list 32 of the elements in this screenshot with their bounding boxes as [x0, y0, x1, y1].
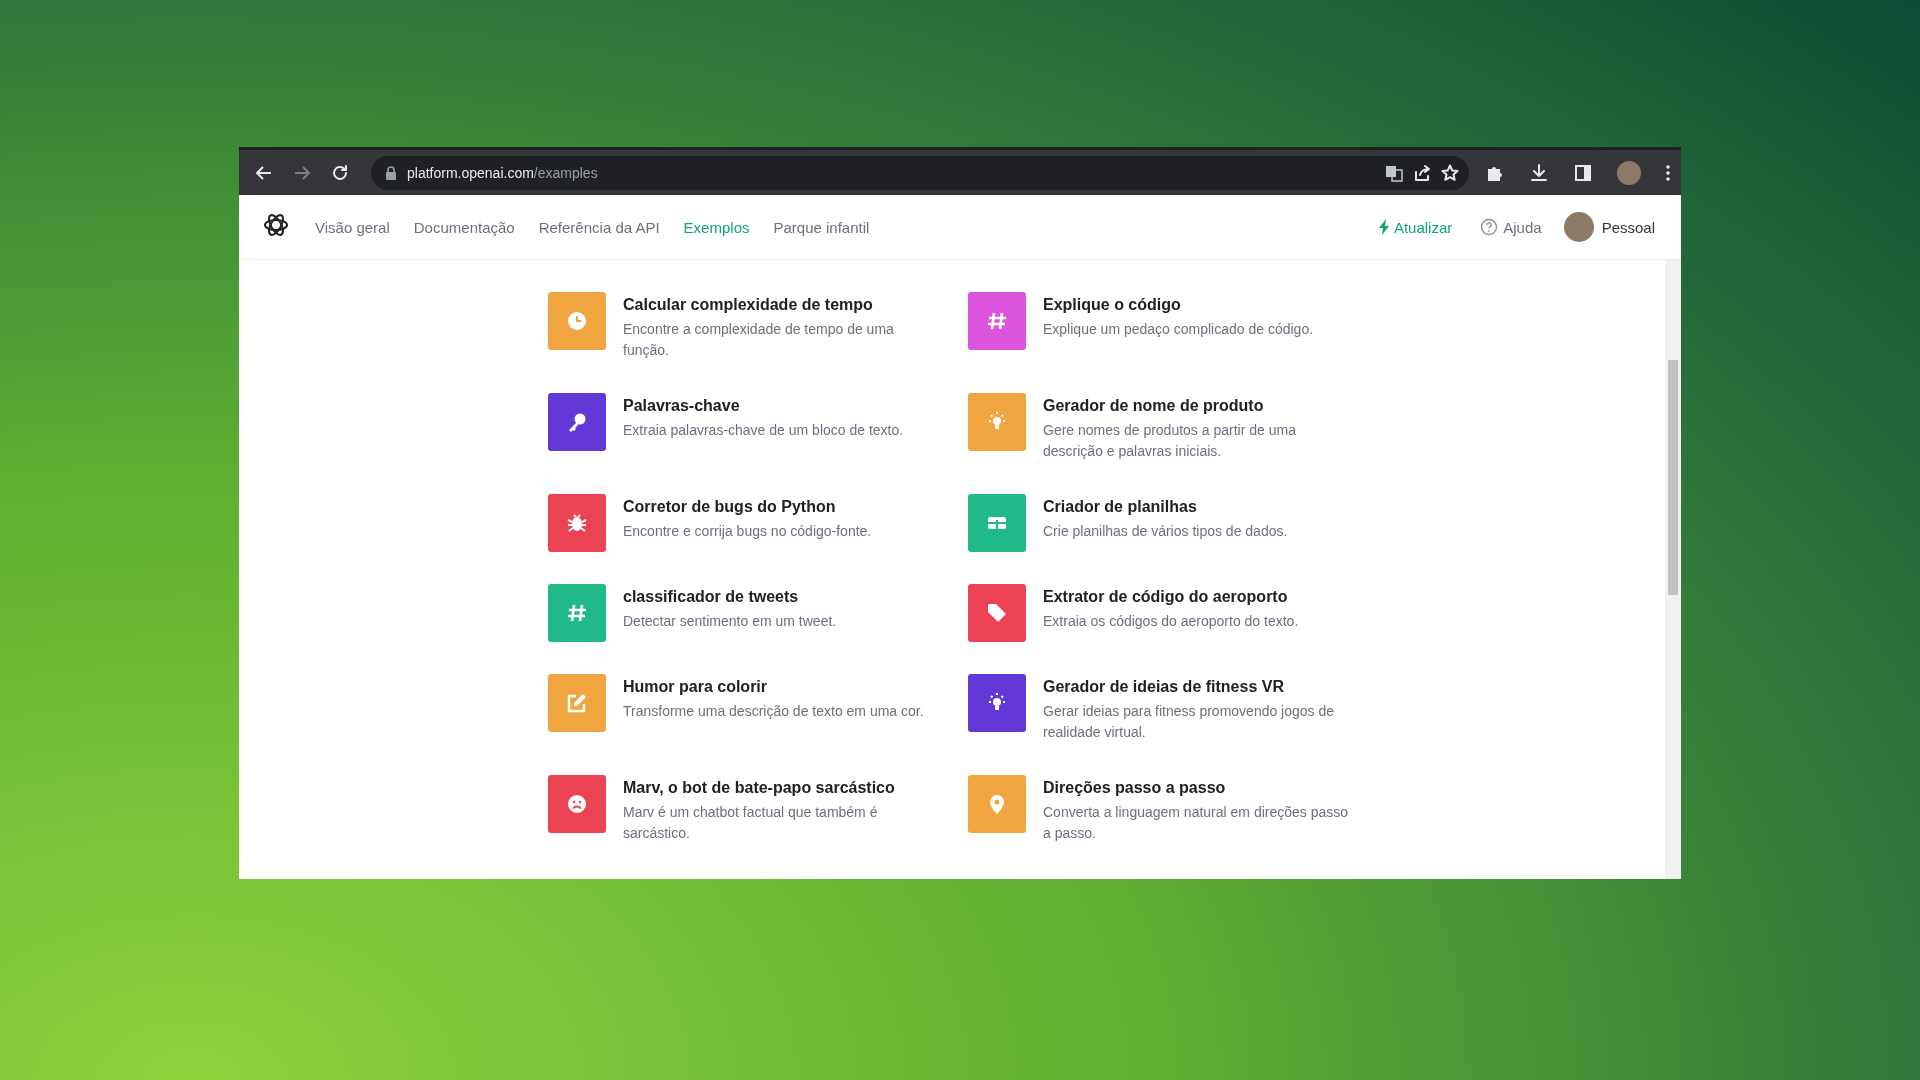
example-description: Marv é um chatbot factual que também é sarcástico.: [623, 803, 879, 843]
example-description: Crie planilhas de vários tipos de dados.: [1043, 522, 1289, 541]
help-link[interactable]: Ajuda: [1476, 214, 1546, 240]
example-title[interactable]: Explique o código: [1043, 296, 1353, 314]
url-text: platform.openai.com/examples: [407, 164, 599, 181]
example-description: Extraia os códigos do aeroporto do texto.: [1043, 612, 1300, 631]
address-bar[interactable]: platform.openai.com/examples: [371, 155, 1469, 190]
example-title[interactable]: Gerador de nome de produto: [1043, 397, 1353, 415]
example-description: Gere nomes de produtos a partir de uma descrição e palavras iniciais.: [1043, 421, 1297, 461]
example-title[interactable]: Criador de planilhas: [1043, 498, 1353, 516]
example-description: Explique um pedaço complicado de código.: [1043, 320, 1315, 339]
example-title[interactable]: Palavras-chave: [623, 397, 933, 415]
example-title[interactable]: Calcular complexidade de tempo: [623, 296, 933, 314]
example-description: Converta a linguagem natural em direções passo a passo.: [1043, 803, 1350, 843]
example-description: Encontre a complexidade de tempo de uma função.: [623, 320, 895, 360]
example-title[interactable]: Humor para colorir: [623, 678, 933, 696]
example-description: Encontre e corrija bugs no código-fonte.: [623, 522, 873, 541]
example-description: Transforme uma descrição de texto em uma cor.: [623, 702, 925, 721]
example-title[interactable]: Gerador de ideias de fitness VR: [1043, 678, 1353, 696]
example-title[interactable]: Extrator de código do aeroporto: [1043, 588, 1353, 606]
example-description: Extraia palavras-chave de um bloco de texto.: [623, 421, 905, 440]
example-title[interactable]: classificador de tweets: [623, 588, 933, 606]
account-button[interactable]: Pessoal: [1561, 210, 1657, 244]
nav-tab[interactable]: Visão geral: [303, 212, 402, 242]
example-title[interactable]: Corretor de bugs do Python: [623, 498, 933, 516]
example-description: Gerar ideias para fitness promovendo jogos de realidade virtual.: [1043, 702, 1336, 742]
nav-tab[interactable]: Parque infantil: [761, 212, 882, 242]
nav-tab[interactable]: Documentação: [401, 212, 527, 242]
example-title[interactable]: Direções passo a passo: [1043, 779, 1353, 797]
nav-tab[interactable]: Referência da API: [526, 212, 672, 242]
example-description: Detectar sentimento em um tweet.: [623, 612, 838, 631]
example-title[interactable]: Marv, o bot de bate-papo sarcástico: [623, 779, 933, 797]
